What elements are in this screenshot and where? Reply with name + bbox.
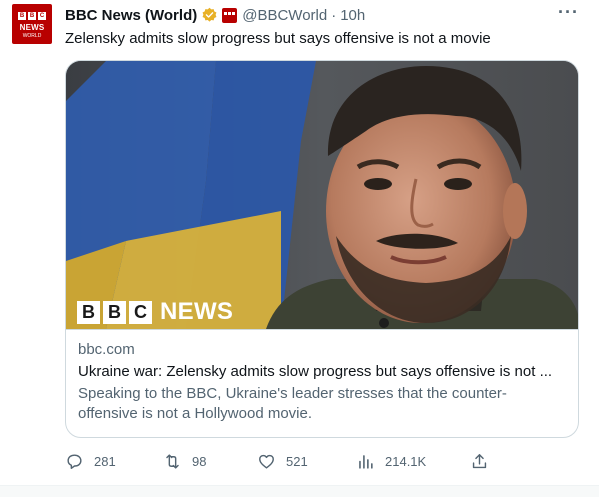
like-button[interactable]: 521 [257,452,308,471]
reply-icon [67,454,82,469]
logo-block-b1: B [77,300,100,324]
author-display-name[interactable]: BBC News (World) [65,7,197,24]
logo-block-b2: B [103,300,126,324]
card-domain: bbc.com [78,341,135,358]
tweet-header: BBC News (World) @BBCWorld · 10h [65,5,365,25]
link-preview-card[interactable]: B B C NEWS bbc.com Ukraine war: Zelensky… [65,60,579,438]
card-photo [66,61,578,329]
view-count: 214.1K [385,454,427,469]
retweet-button[interactable]: 98 [163,452,206,471]
tweet[interactable]: B B C NEWS WORLD BBC News (World) @BBCWo… [0,0,599,485]
card-description: Speaking to the BBC, Ukraine's leader st… [78,385,507,422]
author-handle[interactable]: @BBCWorld [242,7,327,24]
more-options-icon[interactable]: ··· [558,2,579,23]
tweet-timestamp[interactable]: 10h [340,7,365,24]
avatar[interactable]: B B C NEWS WORLD [12,4,52,44]
avatar-block-c: C [38,12,46,20]
reply-count: 281 [94,454,116,469]
retweet-icon [166,454,179,469]
avatar-block-b1: B [18,12,26,20]
card-image-bbc-news-logo: B B C NEWS [77,298,233,326]
card-image[interactable]: B B C NEWS [66,61,578,329]
views-button[interactable]: 214.1K [356,452,426,471]
avatar-world-text: WORLD [22,33,42,39]
tweet-text: Zelensky admits slow progress but says o… [65,30,491,47]
tweet-actions: 281 98 521 214.1K [65,452,525,472]
card-title: Ukraine war: Zelensky admits slow progre… [78,363,553,380]
header-separator: · [331,6,337,24]
avatar-bbc-blocks: B B C [18,12,46,20]
share-button[interactable] [470,452,499,471]
views-bar-chart-icon [359,455,373,469]
avatar-block-b2: B [28,12,36,20]
like-count: 521 [286,454,308,469]
avatar-news-text: NEWS [19,23,45,32]
card-body[interactable]: bbc.com Ukraine war: Zelensky admits slo… [66,329,578,424]
logo-news-text: NEWS [160,298,234,325]
reply-button[interactable]: 281 [65,452,116,471]
verified-badge-icon[interactable] [201,7,218,24]
logo-block-c: C [129,300,152,324]
share-icon [472,454,487,469]
timeline-divider [0,485,599,497]
bbc-affiliation-icon[interactable] [222,7,238,23]
heart-icon [259,454,274,469]
retweet-count: 98 [192,454,207,469]
